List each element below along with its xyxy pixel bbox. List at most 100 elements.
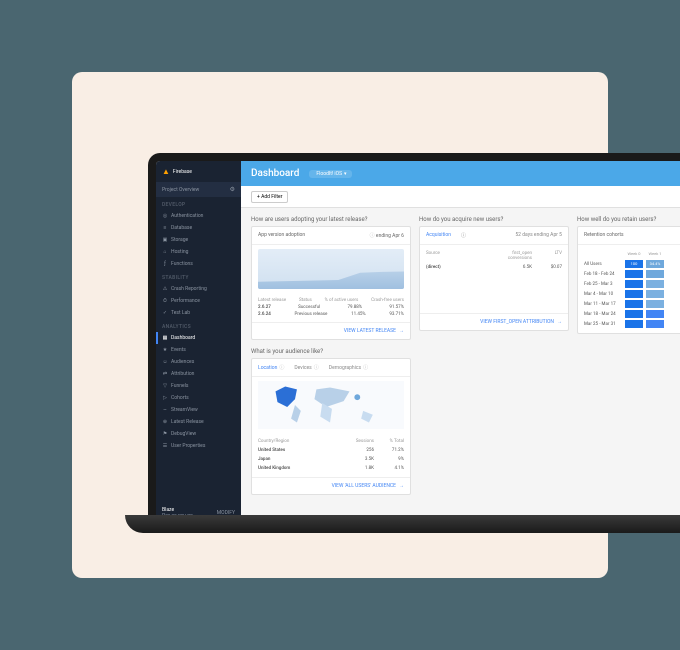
- main-area: Dashboard FloodIt! iOS ▾ + Add Filter ▦L…: [241, 161, 680, 523]
- acquisition-ending: 52 days ending Apr 5: [515, 232, 562, 239]
- audience-tabs: Location ⓘ Devices ⓘ Demographics ⓘ: [252, 359, 410, 377]
- retention-cell: [625, 300, 643, 308]
- col-status: Status: [299, 298, 312, 303]
- table-row: 2.6.27Successful79.88%91.57%: [258, 304, 404, 311]
- sidebar-item-user-properties[interactable]: ☰User Properties: [156, 440, 241, 452]
- retention-cell: [625, 270, 643, 278]
- table-row: Mar 25 - Mar 31: [584, 319, 680, 329]
- hosting-icon: ⌂: [162, 249, 168, 255]
- table-row: 2.6.24Previous release11.45%93.71%: [258, 311, 404, 318]
- project-overview-row[interactable]: Project Overview ⚙: [156, 182, 241, 197]
- retention-table: Week 0 Week 1 All Users10034.4%Feb 18 - …: [578, 245, 680, 333]
- sidebar-item-latest-release[interactable]: ⊕Latest Release: [156, 416, 241, 428]
- dashboard-icon: ▦: [162, 335, 168, 341]
- audience-link[interactable]: VIEW 'ALL USERS' AUDIENCE→: [252, 477, 410, 494]
- tab-devices[interactable]: Devices ⓘ: [294, 364, 318, 371]
- world-map: [258, 381, 404, 429]
- topbar: Dashboard FloodIt! iOS ▾: [241, 161, 680, 186]
- acquisition-tab[interactable]: Acquisition: [426, 232, 451, 239]
- sidebar-item-cohorts[interactable]: ▷Cohorts: [156, 392, 241, 404]
- storage-icon: ▣: [162, 237, 168, 243]
- sidebar-item-label: Latest Release: [171, 419, 204, 425]
- streamview-icon: ~: [162, 407, 168, 413]
- sidebar-item-label: User Properties: [171, 443, 205, 449]
- acquisition-link[interactable]: VIEW FIRST_OPEN ATTRIBUTION→: [420, 313, 568, 330]
- info-icon[interactable]: ⓘ: [461, 232, 466, 239]
- sidebar-item-database[interactable]: ≡Database: [156, 222, 241, 234]
- retention-cell: [646, 320, 664, 328]
- sidebar-item-label: Database: [171, 225, 192, 231]
- latest-release-icon: ⊕: [162, 419, 168, 425]
- screen: ▲ Firebase Project Overview ⚙ DEVELOP◎Au…: [156, 161, 680, 523]
- add-filter-button[interactable]: + Add Filter: [251, 191, 288, 203]
- sidebar-item-hosting[interactable]: ⌂Hosting: [156, 246, 241, 258]
- platform-label: FloodIt! iOS: [316, 171, 342, 177]
- firebase-logo-icon: ▲: [162, 167, 170, 176]
- sidebar-item-debugview[interactable]: ⚑DebugView: [156, 428, 241, 440]
- test-lab-icon: ✓: [162, 310, 168, 316]
- acquisition-card: Acquisition ⓘ 52 days ending Apr 5 Sourc…: [419, 226, 569, 331]
- retention-cell: [646, 270, 664, 278]
- chevron-down-icon: ▾: [344, 171, 347, 177]
- retention-title: Retention cohorts: [584, 232, 624, 239]
- sidebar-item-label: Functions: [171, 261, 193, 267]
- retention-cell: [625, 320, 643, 328]
- project-overview-label: Project Overview: [162, 187, 199, 193]
- page-title: Dashboard: [251, 168, 299, 179]
- functions-icon: ƒ: [162, 261, 168, 267]
- gear-icon[interactable]: ⚙: [230, 186, 235, 193]
- sidebar-item-crash-reporting[interactable]: ⚠Crash Reporting: [156, 283, 241, 295]
- sidebar-item-attribution[interactable]: ⇄Attribution: [156, 368, 241, 380]
- retention-card: Retention cohorts ⓘ Week 0 Week 1 All Us…: [577, 226, 680, 334]
- sidebar-item-events[interactable]: ★Events: [156, 344, 241, 356]
- sidebar-item-label: DebugView: [171, 431, 196, 437]
- sidebar-item-label: StreamView: [171, 407, 198, 413]
- table-row: United States25671.2%: [258, 446, 404, 455]
- info-icon: ⓘ: [314, 364, 319, 371]
- sidebar-item-dashboard[interactable]: ▦Dashboard: [156, 332, 241, 344]
- sidebar-item-streamview[interactable]: ~StreamView: [156, 404, 241, 416]
- authentication-icon: ◎: [162, 213, 168, 219]
- sidebar-item-performance[interactable]: ⏱Performance: [156, 295, 241, 307]
- sidebar-item-label: Audiences: [171, 359, 194, 365]
- retention-question: How well do you retain users?: [577, 216, 680, 226]
- audience-table: Country/Region Sessions % Total United S…: [252, 433, 410, 477]
- product-name: Firebase: [173, 169, 192, 175]
- adoption-link[interactable]: VIEW LATEST RELEASE→: [252, 322, 410, 339]
- audiences-icon: ☺: [162, 359, 168, 365]
- table-row: United Kingdom1.8K4.1%: [258, 464, 404, 473]
- performance-icon: ⏱: [162, 298, 168, 304]
- sidebar-item-audiences[interactable]: ☺Audiences: [156, 356, 241, 368]
- acq-col-source: Source: [426, 251, 502, 261]
- aud-col-sessions: Sessions: [344, 439, 374, 444]
- sidebar-item-test-lab[interactable]: ✓Test Lab: [156, 307, 241, 319]
- table-row: Feb 25 - Mar 3: [584, 279, 680, 289]
- table-row: Mar 4 - Mar 10: [584, 289, 680, 299]
- col-crash: Crash-free users: [371, 298, 404, 303]
- crash-reporting-icon: ⚠: [162, 286, 168, 292]
- ret-col-w1: Week 1: [646, 250, 664, 258]
- adoption-table: Latest release Status % of active users …: [252, 293, 410, 322]
- sidebar-item-functions[interactable]: ƒFunctions: [156, 258, 241, 270]
- sidebar-item-label: Crash Reporting: [171, 286, 207, 292]
- sidebar-item-funnels[interactable]: ▽Funnels: [156, 380, 241, 392]
- database-icon: ≡: [162, 225, 168, 231]
- sidebar-item-label: Attribution: [171, 371, 194, 377]
- retention-cell: [646, 280, 664, 288]
- sidebar-section-header: STABILITY: [156, 270, 241, 283]
- info-icon[interactable]: ⓘ: [370, 233, 375, 239]
- adoption-ending: ending Apr 6: [376, 233, 404, 239]
- retention-cell: [646, 310, 664, 318]
- sidebar-header[interactable]: ▲ Firebase: [156, 161, 241, 182]
- attribution-icon: ⇄: [162, 371, 168, 377]
- content: How are users adopting your latest relea…: [241, 208, 680, 523]
- table-row: All Users10034.4%: [584, 259, 680, 269]
- audience-question: What is your audience like?: [251, 348, 411, 358]
- sidebar-item-label: Authentication: [171, 213, 203, 219]
- sidebar-item-authentication[interactable]: ◎Authentication: [156, 210, 241, 222]
- tab-demographics[interactable]: Demographics ⓘ: [329, 364, 368, 371]
- events-icon: ★: [162, 347, 168, 353]
- tab-location[interactable]: Location ⓘ: [258, 364, 284, 371]
- platform-selector[interactable]: FloodIt! iOS ▾: [309, 170, 351, 178]
- sidebar-item-storage[interactable]: ▣Storage: [156, 234, 241, 246]
